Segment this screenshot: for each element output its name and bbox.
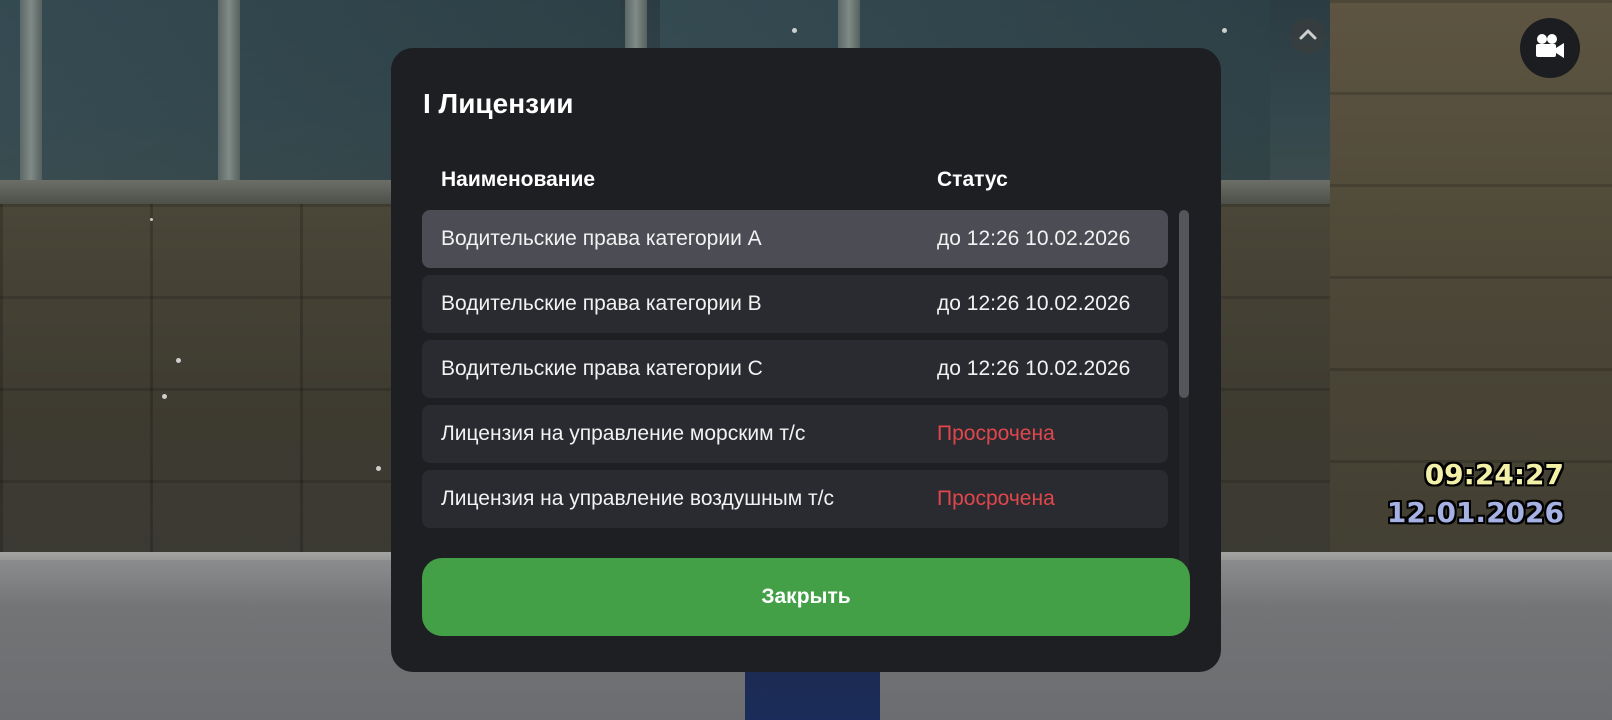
license-name: Лицензия на управление воздушным т/с (441, 487, 834, 510)
license-row[interactable]: Водительские права категории C до 12:26 … (422, 340, 1168, 398)
license-name: Водительские права категории C (441, 357, 763, 380)
list-scrollbar[interactable] (1179, 210, 1189, 570)
clock-time: 09:24:27 (1424, 458, 1564, 491)
license-status: до 12:26 10.02.2026 (937, 227, 1131, 250)
license-status: до 12:26 10.02.2026 (937, 292, 1131, 315)
video-camera-icon (1533, 32, 1567, 65)
licenses-list[interactable]: Водительские права категории A до 12:26 … (422, 210, 1168, 570)
license-row[interactable]: Лицензия на управление воздушным т/с Про… (422, 470, 1168, 528)
license-row[interactable]: Водительские права категории B до 12:26 … (422, 275, 1168, 333)
scrollbar-thumb[interactable] (1179, 210, 1189, 398)
license-row[interactable]: Лицензия на управление морским т/с Проср… (422, 405, 1168, 463)
license-status: до 12:26 10.02.2026 (937, 357, 1131, 380)
close-button[interactable]: Закрыть (422, 558, 1190, 636)
licenses-modal: I Лицензии Наименование Статус Водительс… (391, 48, 1221, 672)
license-status: Просрочена (937, 422, 1055, 445)
collapse-hud-button[interactable] (1290, 18, 1326, 54)
chevron-up-icon (1298, 27, 1318, 46)
license-name: Водительские права категории B (441, 292, 762, 315)
column-header-status: Статус (937, 168, 1008, 191)
license-name: Водительские права категории A (441, 227, 762, 250)
camera-view-button[interactable] (1520, 18, 1580, 78)
clock-date: 12.01.2026 (1386, 496, 1564, 529)
column-header-name: Наименование (441, 168, 596, 191)
modal-title: I Лицензии (423, 88, 574, 119)
license-name: Лицензия на управление морским т/с (441, 422, 806, 445)
license-status: Просрочена (937, 487, 1055, 510)
license-row[interactable]: Водительские права категории A до 12:26 … (422, 210, 1168, 268)
